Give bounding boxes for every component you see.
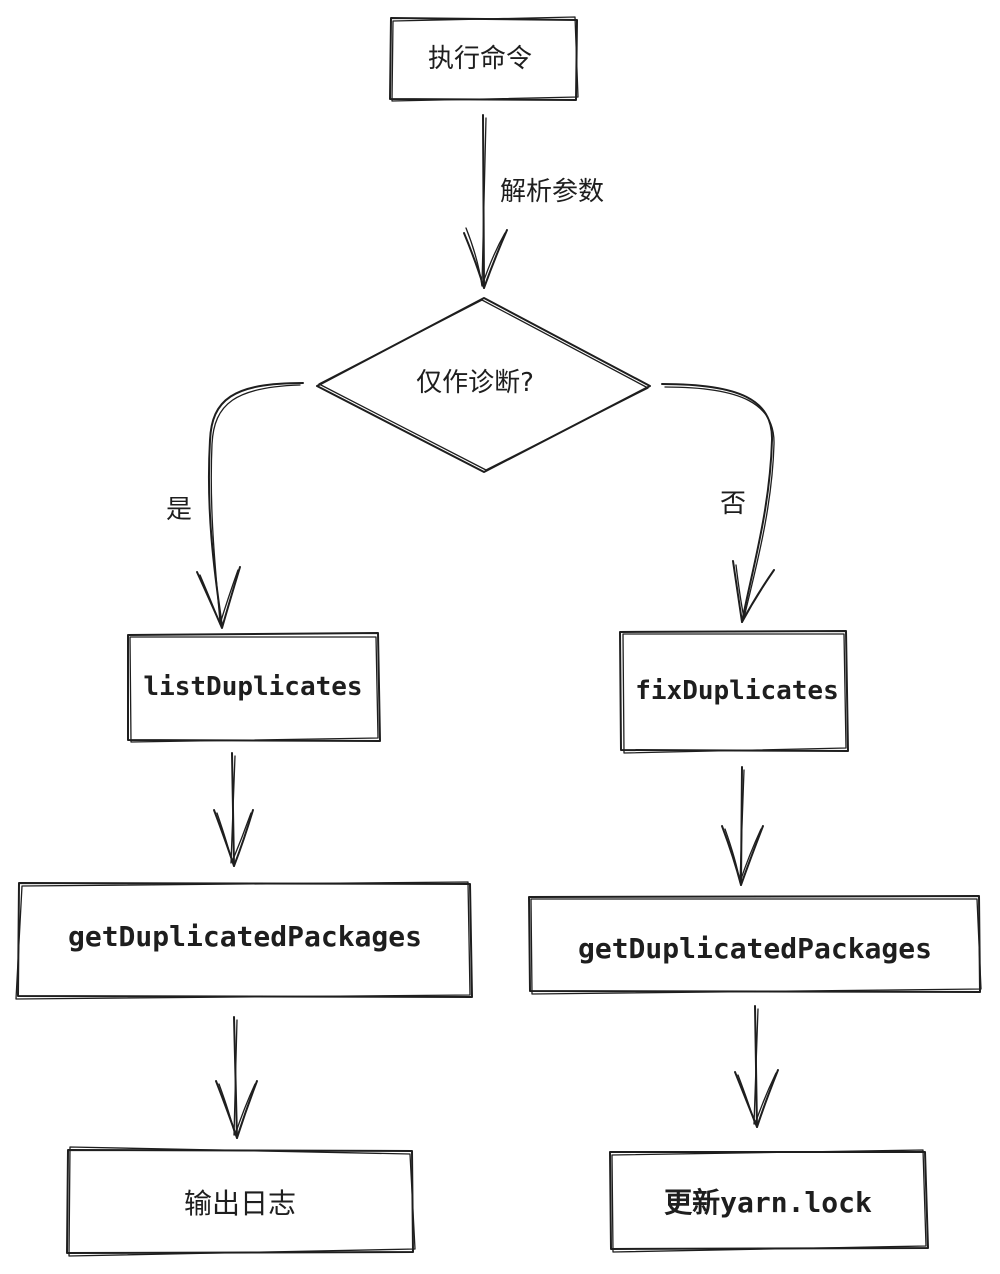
edge-no-arrow [661, 383, 775, 623]
edge-fix-to-get-arrow [721, 766, 764, 886]
output-log-node[interactable]: 输出日志 [66, 1146, 416, 1257]
get-duplicated-packages-right-label: getDuplicatedPackages [578, 932, 932, 965]
flowchart-canvas: 执行命令 解析参数 仅作诊断? 是 否 listDuplicates fixDu… [15, 16, 982, 1257]
get-duplicated-packages-left-label: getDuplicatedPackages [68, 920, 422, 953]
fix-duplicates-label: fixDuplicates [635, 676, 839, 706]
decision-node-label: 仅作诊断? [416, 368, 534, 398]
list-duplicates-label: listDuplicates [143, 672, 362, 702]
decision-node[interactable]: 仅作诊断? [316, 297, 651, 473]
fix-duplicates-node[interactable]: fixDuplicates [619, 630, 849, 754]
edge-no-label: 否 [720, 489, 746, 519]
update-lock-label: 更新yarn.lock [664, 1186, 872, 1219]
get-duplicated-packages-right-node[interactable]: getDuplicatedPackages [528, 895, 982, 995]
edge-yes-arrow [196, 382, 304, 629]
list-duplicates-node[interactable]: listDuplicates [127, 632, 381, 743]
output-log-label: 输出日志 [184, 1187, 296, 1220]
edge-get-to-update-arrow [734, 1005, 779, 1128]
update-lock-node[interactable]: 更新yarn.lock [609, 1149, 929, 1253]
edge-parse-label: 解析参数 [500, 177, 604, 207]
edge-list-to-get-arrow [213, 752, 254, 867]
start-node-label: 执行命令 [428, 44, 532, 74]
start-node[interactable]: 执行命令 [389, 16, 579, 102]
get-duplicated-packages-left-node[interactable]: getDuplicatedPackages [15, 881, 473, 1000]
edge-yes-label: 是 [166, 495, 192, 525]
edge-get-to-output-arrow [215, 1016, 258, 1139]
